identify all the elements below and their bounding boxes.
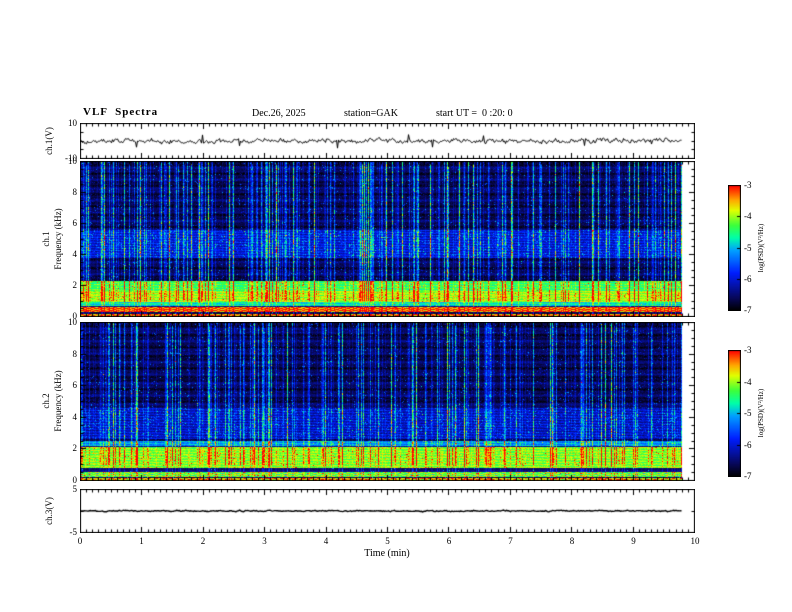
x-tick-label: 8 <box>569 536 575 546</box>
x-tick-label: 9 <box>631 536 636 546</box>
station-label: station=GAK <box>344 108 398 119</box>
spec1-frequency-axis-label: Frequency (kHz) <box>53 208 63 270</box>
x-tick-label: 1 <box>139 536 144 546</box>
colorbar-tick-label: -4 <box>744 211 752 222</box>
y-tick-label: 10 <box>68 118 77 128</box>
colorbar-tick-label: -5 <box>744 242 752 253</box>
y-tick-label: 5 <box>72 484 78 494</box>
colorbar-tick-label: -7 <box>744 471 752 481</box>
date-label: Dec.26, 2025 <box>252 108 306 119</box>
y-tick-label: 10 <box>68 317 77 327</box>
colorbar-ch1 <box>728 185 741 311</box>
colorbar1-label: log(PSD)(V²/Hz) <box>757 223 765 273</box>
x-tick-label: 4 <box>323 536 329 546</box>
x-tick-label: 3 <box>262 536 267 546</box>
ch1-voltage-plot <box>80 123 695 159</box>
y-tick-label: -5 <box>69 527 78 537</box>
spec2-channel-label: ch.2 <box>41 393 51 409</box>
colorbar-tick-label: -5 <box>744 408 752 418</box>
x-tick-label: 0 <box>77 536 83 546</box>
colorbar2-label: log(PSD)(V²/Hz) <box>757 388 765 438</box>
colorbar-ch2 <box>728 350 741 477</box>
y-tick-label: 6 <box>72 218 78 228</box>
x-tick-label: 5 <box>385 536 390 546</box>
spec1-channel-label: ch.1 <box>41 231 51 247</box>
y-tick-label: 2 <box>72 443 78 454</box>
colorbar-tick-label: -3 <box>744 180 752 190</box>
vlf-spectra-figure: VLF Spectra Dec.26, 2025 station=GAK sta… <box>0 0 792 612</box>
colorbar-tick-label: -7 <box>744 305 752 315</box>
y-tick-label: 8 <box>72 348 78 359</box>
y-tick-label: 8 <box>72 187 78 197</box>
figure-title: VLF Spectra <box>83 106 159 118</box>
x-tick-label: 10 <box>690 536 700 546</box>
x-tick-label: 7 <box>508 536 513 546</box>
colorbar-tick-label: -6 <box>744 273 752 284</box>
y-tick-label: 4 <box>72 249 78 259</box>
spec2-frequency-axis-label: Frequency (kHz) <box>53 370 63 432</box>
x-tick-label: 2 <box>200 536 206 546</box>
y-tick-label: 10 <box>68 156 77 166</box>
x-axis-title: Time (min) <box>364 548 410 559</box>
y-tick-label: 2 <box>72 280 78 290</box>
y-tick-label: 6 <box>72 380 78 391</box>
colorbar-tick-label: -6 <box>744 439 752 450</box>
colorbar-tick-label: -3 <box>744 345 752 355</box>
y-tick-label: 4 <box>72 411 78 422</box>
x-tick-label: 6 <box>446 536 452 546</box>
ch1v-axis-label: ch.1(V) <box>44 127 54 155</box>
colorbar-tick-label: -4 <box>744 376 752 387</box>
ch3v-axis-label: ch.3(V) <box>44 497 54 525</box>
ch2-spectrogram <box>80 322 695 481</box>
start-ut-label: start UT = 0 :20: 0 <box>436 108 513 119</box>
ch1-spectrogram <box>80 161 695 317</box>
ch3-voltage-plot <box>80 489 695 533</box>
